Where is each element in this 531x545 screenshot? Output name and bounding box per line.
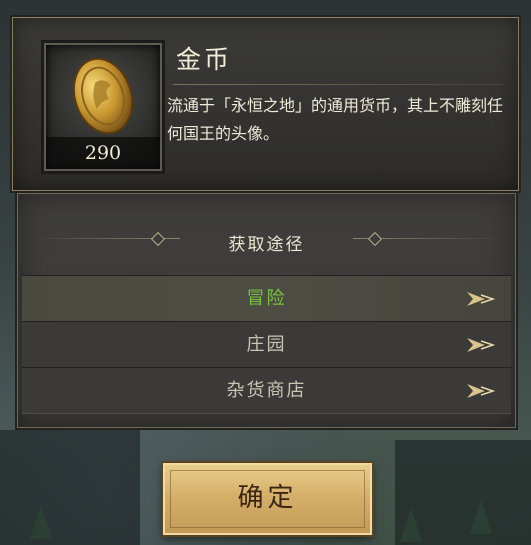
item-slot: 290 [44, 43, 162, 171]
item-name: 金币 [176, 45, 233, 74]
source-row-grocery-store[interactable]: 杂货商店 [22, 367, 511, 414]
source-row-adventure[interactable]: 冒险 [22, 275, 511, 322]
arrow-right-icon [467, 292, 495, 306]
item-info-tooltip: 290 金币 流通于「永恒之地」的通用货币，其上不雕刻任何国王的头像。 [12, 17, 519, 191]
background-tree [470, 500, 492, 534]
source-label: 杂货商店 [226, 380, 307, 401]
background-tree [400, 508, 422, 542]
source-label: 冒险 [246, 288, 287, 309]
acquisition-heading: 获取途径 [228, 235, 305, 255]
gold-coin-icon [72, 57, 134, 135]
arrow-right-icon [467, 338, 495, 352]
item-quantity: 290 [46, 137, 160, 169]
background-tree [30, 505, 52, 539]
confirm-button-frame [170, 470, 365, 528]
background-building [0, 430, 140, 545]
source-label: 庄园 [246, 334, 287, 355]
item-description: 流通于「永恒之地」的通用货币，其上不雕刻任何国王的头像。 [167, 96, 504, 143]
arrow-right-icon [467, 384, 495, 398]
acquisition-panel: 获取途径 冒险 庄园 杂货商店 [17, 193, 516, 428]
title-divider [173, 84, 504, 85]
confirm-button[interactable]: 确定 [163, 463, 372, 535]
source-row-manor[interactable]: 庄园 [22, 321, 511, 368]
